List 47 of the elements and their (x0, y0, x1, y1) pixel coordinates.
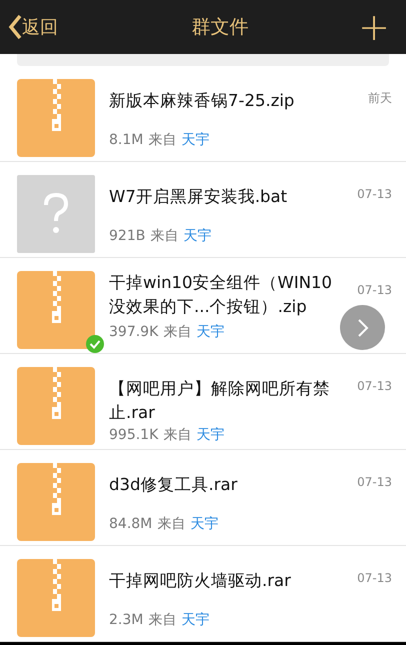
file-date: 07-13 (357, 378, 392, 395)
file-name: 新版本麻辣香锅7-25.zip (109, 90, 296, 112)
uploader-link[interactable]: 天宇 (181, 130, 210, 151)
uploader-link[interactable]: 天宇 (196, 425, 224, 446)
uploader-link[interactable]: 天宇 (181, 610, 210, 631)
file-size: 8.1M (109, 131, 144, 150)
from-label: 来自 (148, 611, 176, 630)
from-label: 来自 (163, 323, 192, 342)
file-size: 84.8M (109, 515, 152, 534)
file-name: W7开启黑屏安装我.bat (109, 186, 288, 208)
uploader-link[interactable]: 天宇 (190, 514, 218, 535)
file-date: 07-13 (357, 570, 392, 587)
uploader-link[interactable]: 天宇 (196, 322, 224, 343)
file-date: 07-13 (357, 474, 392, 491)
file-size: 2.3M (109, 611, 144, 630)
archive-icon (17, 463, 95, 541)
chevron-icon (356, 318, 368, 338)
from-label: 来自 (148, 131, 176, 150)
file-name: d3d修复工具.rar (109, 474, 238, 496)
file-name: 干掉win10安全组件（WIN10没效果的下...个按钮）.zip (109, 272, 334, 318)
from-label: 来自 (163, 426, 192, 445)
archive-icon (17, 271, 95, 349)
file-row[interactable]: 干掉网吧防火墙驱动.rar 2.3M 来自 天宇 07-13 (0, 546, 406, 642)
file-date: 07-13 (357, 186, 392, 203)
page-title: 群文件 (190, 14, 249, 40)
unknown-file-icon (17, 175, 95, 253)
back-icon (8, 14, 22, 40)
archive-icon (17, 559, 95, 637)
from-label: 来自 (157, 515, 186, 534)
file-size: 397.9K (109, 323, 158, 342)
file-name: 【网吧用户】解除网吧所有禁止.rar (109, 378, 331, 424)
uploader-link[interactable]: 天宇 (183, 226, 212, 247)
file-date: 07-13 (357, 282, 392, 299)
file-size: 995.1K (109, 426, 158, 445)
archive-icon (17, 367, 95, 445)
add-button[interactable]: + (358, 8, 398, 46)
file-date: 前天 (368, 90, 392, 107)
file-row[interactable]: W7开启黑屏安装我.bat 921B 来自 天宇 07-13 (0, 162, 406, 258)
file-row[interactable]: 【网吧用户】解除网吧所有禁止.rar 995.1K 来自 天宇 07-13 (0, 354, 406, 450)
file-size: 921B (109, 227, 146, 246)
from-label: 来自 (150, 227, 178, 246)
file-name: 干掉网吧防火墙驱动.rar (109, 570, 292, 592)
forward-button[interactable] (340, 305, 385, 350)
back-button[interactable]: 返回 (8, 14, 58, 40)
file-row[interactable]: 新版本麻辣香锅7-25.zip 8.1M 来自 天宇 前天 (0, 66, 406, 162)
archive-icon (17, 79, 95, 157)
file-row[interactable]: d3d修复工具.rar 84.8M 来自 天宇 07-13 (0, 450, 406, 546)
